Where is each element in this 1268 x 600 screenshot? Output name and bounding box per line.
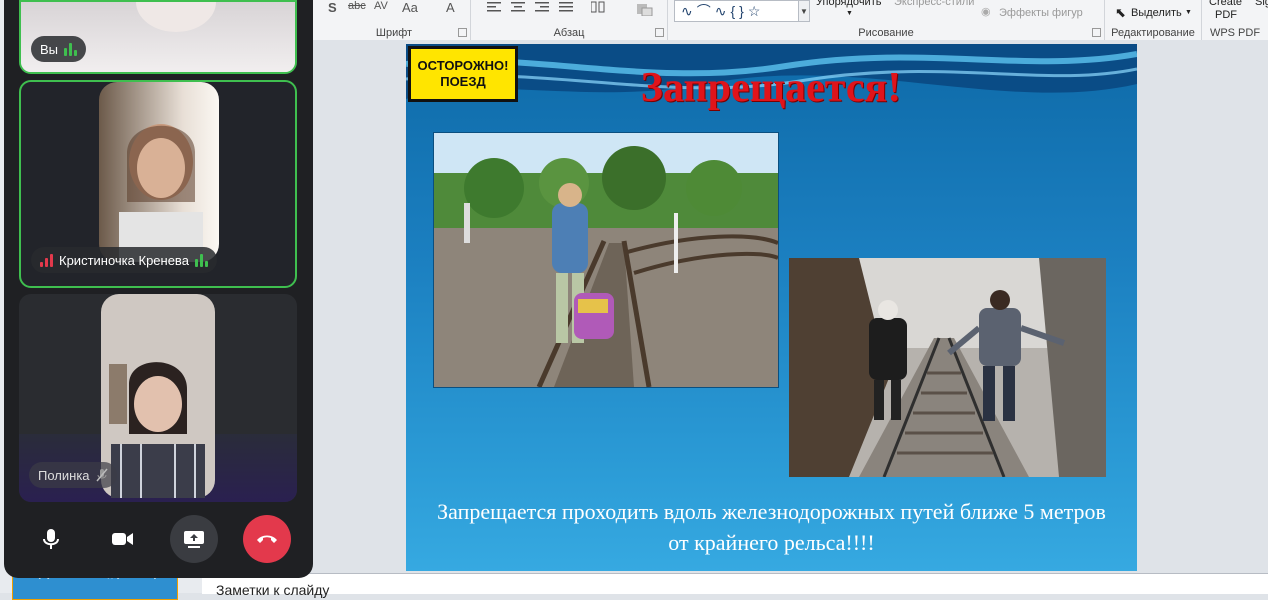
justify-icon[interactable] (559, 1, 573, 13)
microphone-icon (43, 529, 59, 549)
participant-tile-kristina[interactable]: Кристиночка Кренева (19, 80, 297, 288)
mic-muted-icon (95, 468, 108, 482)
microphone-button[interactable] (27, 515, 75, 563)
notes-placeholder[interactable]: Заметки к слайду (216, 582, 329, 598)
font-group-label: Шрифт (375, 27, 413, 39)
shape-effects-icon[interactable]: ◉ (981, 5, 991, 18)
paragraph-group: Абзац (471, 0, 668, 40)
hang-up-icon (257, 535, 277, 543)
editing-group-label: Редактирование (1111, 27, 1195, 39)
change-case-icon[interactable]: Aa (402, 0, 418, 15)
end-call-button[interactable] (243, 515, 291, 563)
sign-button[interactable]: Sig (1255, 0, 1268, 8)
participant-video (99, 82, 219, 262)
participant-name: Полинка (38, 467, 90, 483)
photo-girl-on-tracks[interactable] (433, 132, 779, 388)
freeform-shape-icon[interactable]: ∿ (681, 3, 693, 20)
star-shape-icon[interactable]: ☆ (748, 3, 761, 20)
columns-icon[interactable] (591, 1, 605, 13)
smartart-icon[interactable] (637, 2, 653, 16)
participant-tile-polinka[interactable]: Полинка (19, 294, 297, 502)
participant-name: Кристиночка Кренева (59, 252, 189, 268)
participant-video (101, 294, 215, 498)
drawing-group-label: Рисование (858, 27, 914, 39)
shapes-gallery[interactable]: ∿ ⌒ ∿ { } ☆ (674, 0, 800, 22)
align-left-icon[interactable] (487, 1, 501, 13)
font-color-icon[interactable]: A (446, 0, 455, 15)
screen-share-button[interactable] (170, 515, 218, 563)
curve-shape-icon[interactable]: ∿ (715, 3, 727, 20)
brace-right-icon[interactable]: } (739, 3, 744, 19)
participant-tile-self[interactable]: Вы (19, 0, 297, 74)
character-spacing-icon[interactable]: AV (374, 0, 388, 12)
font-group: S abc AV Aa A Шрифт (318, 0, 471, 40)
video-call-window: Вы Кристиночка Кренева Полинка (4, 0, 313, 578)
drawing-dialog-launcher-icon[interactable] (1092, 28, 1101, 37)
wps-pdf-group-label: WPS PDF (1209, 27, 1261, 39)
participant-tag-self: Вы (31, 36, 87, 62)
wps-pdf-group: Create PDF Sig WPS PDF (1202, 0, 1268, 40)
weak-connection-icon (40, 253, 53, 267)
arrange-button[interactable]: Упорядочить (816, 0, 881, 8)
brace-left-icon[interactable]: { (730, 3, 735, 19)
photo-boys-on-tracks[interactable] (789, 258, 1106, 477)
create-pdf-button-line2[interactable]: PDF (1215, 9, 1237, 21)
notes-pane[interactable]: Заметки к слайду (202, 573, 1268, 598)
strikethrough-icon[interactable]: abc (348, 0, 366, 12)
camera-button[interactable] (99, 515, 147, 563)
shape-effects-button[interactable]: Эффекты фигур (999, 7, 1083, 19)
shapes-more-button[interactable]: ▼ (798, 0, 810, 22)
align-center-icon[interactable] (511, 1, 525, 13)
warning-sign: ОСТОРОЖНО! ПОЕЗД (408, 46, 518, 102)
participant-tag-polinka: Полинка (29, 462, 117, 488)
warning-sign-line2: ПОЕЗД (440, 74, 486, 89)
paragraph-dialog-launcher-icon[interactable] (655, 28, 664, 37)
participant-name: Вы (40, 41, 59, 57)
speaking-indicator-icon (64, 42, 78, 56)
railway-photo-image-2 (789, 258, 1106, 477)
quick-styles-button[interactable]: Экспресс-стили (894, 0, 974, 8)
participant-tag-kristina: Кристиночка Кренева (31, 247, 217, 273)
select-cursor-icon[interactable]: ⬉ (1115, 5, 1126, 21)
create-pdf-button[interactable]: Create (1209, 0, 1242, 8)
text-shadow-icon[interactable]: S (328, 0, 337, 15)
screen-share-icon (184, 531, 204, 548)
speaking-indicator-icon (194, 253, 208, 267)
slide-title[interactable]: Запрещается! (556, 64, 986, 112)
arc-shape-icon[interactable]: ⌒ (697, 1, 711, 21)
self-video-figure (136, 2, 216, 32)
editing-group: ⬉ Выделить ▼ Редактирование (1105, 0, 1202, 40)
slide-canvas[interactable]: ОСТОРОЖНО! ПОЕЗД Запрещается! Запрещаетс… (406, 44, 1137, 571)
paragraph-group-label: Абзац (553, 27, 585, 39)
font-dialog-launcher-icon[interactable] (458, 28, 467, 37)
warning-sign-line1: ОСТОРОЖНО! (417, 58, 509, 73)
railway-photo-image (434, 133, 778, 387)
align-right-icon[interactable] (535, 1, 549, 13)
select-dropdown-icon[interactable]: ▼ (1185, 9, 1192, 16)
select-button[interactable]: Выделить (1131, 7, 1182, 19)
camera-icon (112, 533, 133, 545)
slide-caption[interactable]: Запрещается проходить вдоль железнодорож… (426, 496, 1117, 558)
arrange-dropdown-icon[interactable]: ▼ (846, 10, 853, 17)
